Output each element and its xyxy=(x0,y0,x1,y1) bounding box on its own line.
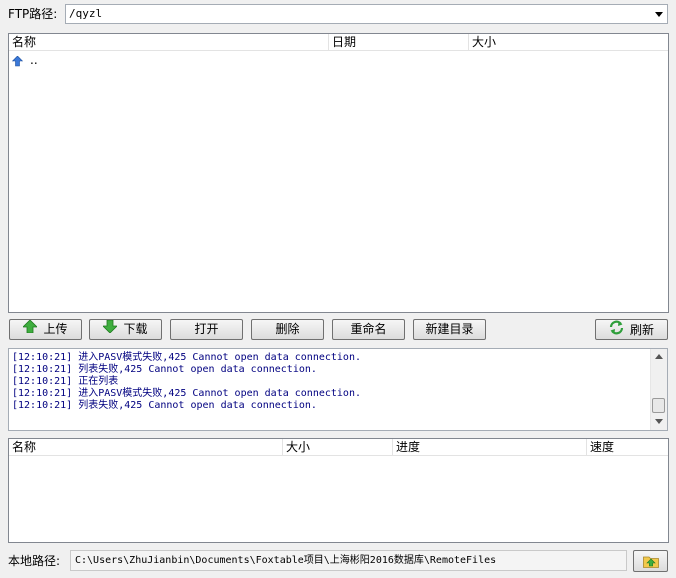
new-folder-button[interactable]: 新建目录 xyxy=(413,319,486,340)
list-item[interactable]: .. xyxy=(9,52,668,69)
rename-button[interactable]: 重命名 xyxy=(332,319,405,340)
scrollbar-thumb[interactable] xyxy=(652,398,665,413)
upload-button[interactable]: 上传 xyxy=(9,319,82,340)
download-button[interactable]: 下载 xyxy=(89,319,162,340)
download-button-label: 下载 xyxy=(123,322,148,336)
refresh-button-label: 刷新 xyxy=(629,323,654,337)
log-scrollbar[interactable] xyxy=(650,349,667,430)
list-item-name: .. xyxy=(30,53,38,67)
column-header-speed[interactable]: 速度 xyxy=(587,439,668,455)
local-path-field[interactable]: C:\Users\ZhuJianbin\Documents\Foxtable项目… xyxy=(70,550,627,571)
column-header-progress[interactable]: 进度 xyxy=(393,439,587,455)
dropdown-arrow-icon[interactable] xyxy=(655,12,663,17)
remote-list-header: 名称 日期 大小 xyxy=(9,34,668,51)
local-browse-button[interactable] xyxy=(633,550,668,572)
log-line: [12:10:21] 进入PASV模式失败,425 Cannot open da… xyxy=(12,388,361,399)
log-textarea[interactable]: [12:10:21] 进入PASV模式失败,425 Cannot open da… xyxy=(8,348,668,431)
column-header-name[interactable]: 名称 xyxy=(9,439,283,455)
ftp-path-value: /qyzl xyxy=(69,7,103,20)
transfer-list-header: 名称 大小 进度 速度 xyxy=(9,439,668,456)
transfer-list[interactable]: 名称 大小 进度 速度 xyxy=(8,438,669,543)
column-header-size[interactable]: 大小 xyxy=(283,439,393,455)
column-header-name[interactable]: 名称 xyxy=(9,34,329,50)
up-arrow-icon xyxy=(11,55,24,72)
log-line: [12:10:21] 列表失败,425 Cannot open data con… xyxy=(12,364,317,375)
column-header-size[interactable]: 大小 xyxy=(469,34,668,50)
remote-file-list[interactable]: 名称 日期 大小 .. xyxy=(8,33,669,313)
ftp-path-label: FTP路径: xyxy=(8,7,58,21)
log-line: [12:10:21] 正在列表 xyxy=(12,376,119,387)
upload-button-label: 上传 xyxy=(43,322,68,336)
delete-button[interactable]: 删除 xyxy=(251,319,324,340)
refresh-button[interactable]: 刷新 xyxy=(595,319,668,340)
folder-up-icon xyxy=(643,554,659,571)
green-up-arrow-icon xyxy=(22,319,39,339)
log-line: [12:10:21] 进入PASV模式失败,425 Cannot open da… xyxy=(12,352,361,363)
log-line: [12:10:21] 列表失败,425 Cannot open data con… xyxy=(12,400,317,411)
open-button[interactable]: 打开 xyxy=(170,319,243,340)
green-refresh-icon xyxy=(609,320,624,341)
local-path-label: 本地路径: xyxy=(8,554,61,568)
scroll-up-arrow-icon[interactable] xyxy=(655,354,663,359)
column-header-date[interactable]: 日期 xyxy=(329,34,469,50)
ftp-path-combobox[interactable]: /qyzl xyxy=(65,4,668,24)
scroll-down-arrow-icon[interactable] xyxy=(655,419,663,424)
green-down-arrow-icon xyxy=(102,319,119,339)
